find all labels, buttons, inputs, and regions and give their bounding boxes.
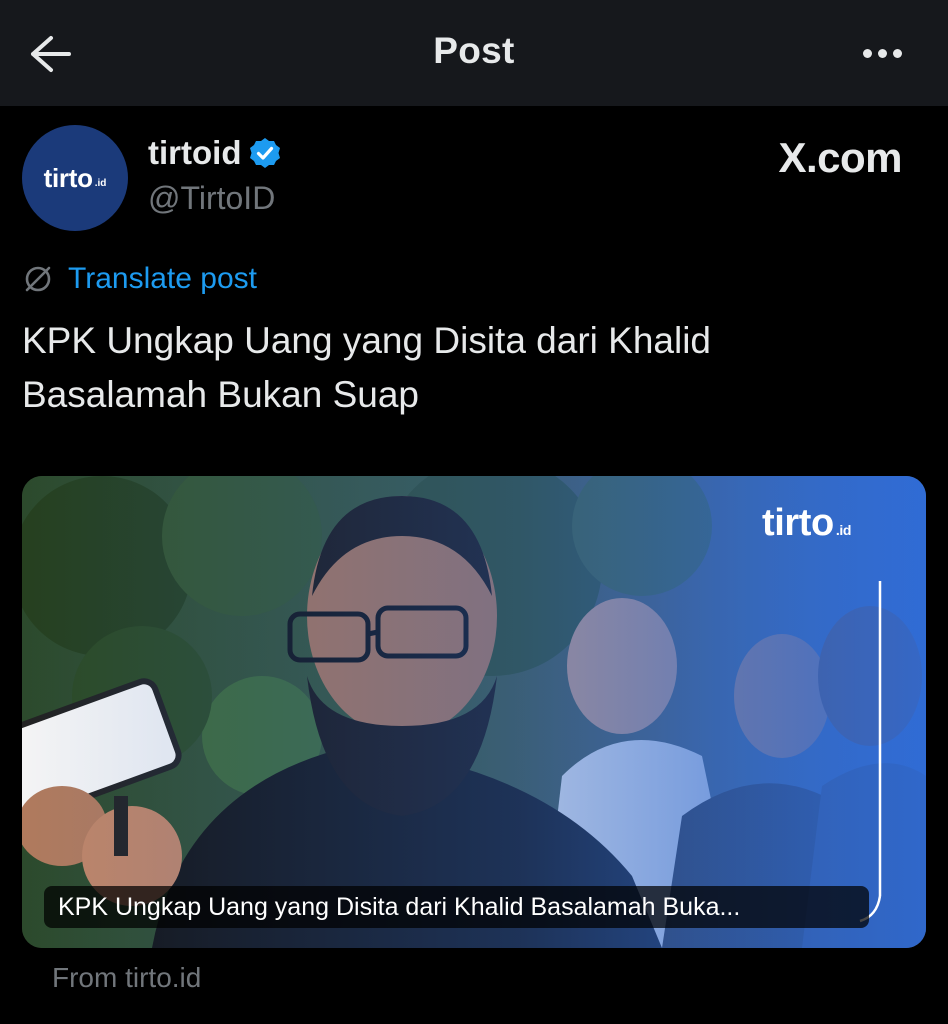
news-photo (22, 476, 926, 948)
card-watermark-logo: tirto .id (762, 502, 851, 545)
card-source-link[interactable]: From tirto.id (52, 962, 201, 994)
translate-post-label: Translate post (68, 262, 257, 295)
author-handle[interactable]: @TirtoID (148, 180, 275, 217)
link-preview-card[interactable]: tirto .id KPK Ungkap Uang yang Disita dar… (22, 476, 926, 948)
author-avatar[interactable]: tirto .id (22, 125, 128, 231)
avatar-logo-sub: .id (94, 177, 107, 189)
top-bar: Post (0, 0, 948, 106)
more-options-button[interactable] (852, 36, 912, 72)
more-horizontal-icon (860, 45, 905, 63)
card-logo-text: tirto (762, 502, 834, 544)
card-caption: KPK Ungkap Uang yang Disita dari Khalid … (44, 886, 869, 928)
avatar-logo-text: tirto (43, 162, 93, 193)
author-display-name[interactable]: tirtoid (148, 134, 281, 172)
card-logo-sub: .id (835, 522, 852, 538)
verified-badge-icon (250, 138, 281, 168)
translate-post-link[interactable]: Translate post (22, 262, 257, 296)
post-text: KPK Ungkap Uang yang Disita dari Khalid … (22, 320, 711, 415)
source-label: X.com (778, 134, 902, 181)
display-name-text: tirtoid (148, 134, 242, 171)
translate-globe-icon (25, 266, 51, 292)
page-title: Post (433, 30, 515, 71)
